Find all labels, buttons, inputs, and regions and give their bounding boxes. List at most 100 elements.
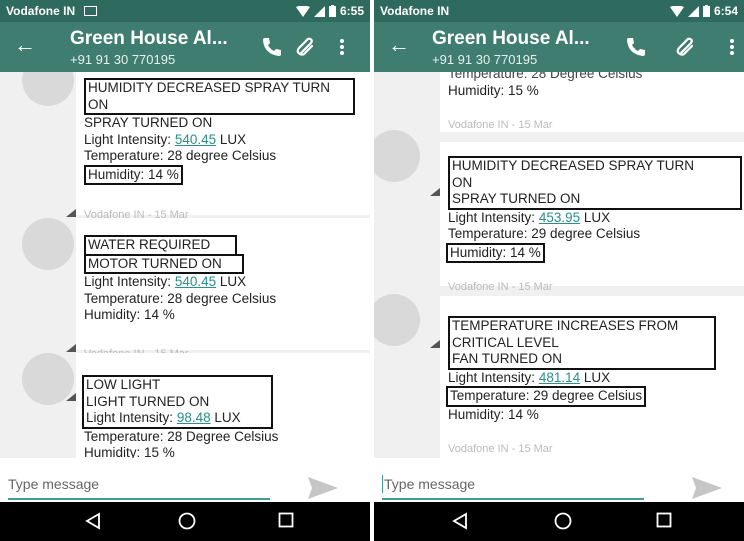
alert-text: LOW LIGHT bbox=[86, 377, 161, 392]
message-list[interactable]: Temperature: 28 Degree Celsius Humidity:… bbox=[374, 72, 744, 458]
temperature-line: Temperature: 28 Degree Celsius bbox=[448, 72, 643, 81]
humidity-line: Humidity: 15 % bbox=[448, 82, 539, 98]
light-value-link[interactable]: 98.48 bbox=[177, 410, 211, 425]
alert-text: TEMPERATURE INCREASES FROM bbox=[452, 318, 679, 333]
light-value-link[interactable]: 481.14 bbox=[539, 370, 580, 385]
wifi-icon bbox=[669, 5, 684, 17]
message-input[interactable]: Type message bbox=[8, 476, 99, 492]
text-cursor bbox=[382, 475, 383, 493]
input-underline bbox=[8, 498, 270, 500]
alert-text: MOTOR TURNED ON bbox=[88, 255, 222, 271]
right-phone-screen: Vodafone IN 6:54 ← Green House Al... +91… bbox=[374, 0, 744, 541]
humidity-line: Humidity: 14 % bbox=[448, 406, 539, 422]
alert-text: ON bbox=[452, 174, 473, 190]
compose-bar: Type message bbox=[374, 458, 744, 502]
message-list[interactable]: HUMIDITY DECREASED SPRAY TURN ON SPRAY T… bbox=[0, 72, 370, 458]
phone-icon[interactable] bbox=[260, 35, 284, 59]
nav-back-icon[interactable] bbox=[85, 512, 101, 530]
compose-bar: Type message bbox=[0, 458, 370, 502]
message-bubble[interactable]: LOW LIGHT LIGHT TURNED ON Light Intensit… bbox=[66, 353, 370, 458]
alert-box: HUMIDITY DECREASED SPRAY TURN ON SPRAY T… bbox=[448, 156, 742, 210]
message-bubble[interactable]: HUMIDITY DECREASED SPRAY TURN ON SPRAY T… bbox=[430, 142, 744, 293]
message-input[interactable]: Type message bbox=[384, 476, 475, 492]
back-arrow-icon[interactable]: ← bbox=[14, 33, 36, 57]
attachment-icon[interactable] bbox=[674, 35, 698, 59]
conversation-title[interactable]: Green House Al... bbox=[432, 28, 590, 50]
conversation-title[interactable]: Green House Al... bbox=[70, 28, 228, 50]
status-time: 6:54 bbox=[713, 4, 738, 18]
alert-box: HUMIDITY DECREASED SPRAY TURN ON bbox=[84, 78, 355, 115]
app-bar: ← Green House Al... +91 91 30 770195 bbox=[0, 22, 370, 72]
alert-box: MOTOR TURNED ON bbox=[84, 253, 244, 274]
back-arrow-icon[interactable]: ← bbox=[388, 33, 410, 57]
humidity-line: Humidity: 14 % bbox=[84, 307, 175, 322]
humidity-line: Humidity: 15 % bbox=[84, 445, 175, 458]
more-vert-icon[interactable] bbox=[728, 35, 736, 59]
message-bubble[interactable]: Temperature: 28 Degree Celsius Humidity:… bbox=[440, 72, 744, 132]
alert-text: HUMIDITY DECREASED SPRAY TURN bbox=[88, 80, 331, 95]
humidity-line: Humidity: 14 % bbox=[84, 164, 183, 185]
message-bubble[interactable]: HUMIDITY DECREASED SPRAY TURN ON SPRAY T… bbox=[66, 72, 370, 221]
alert-box: LOW LIGHT LIGHT TURNED ON Light Intensit… bbox=[82, 375, 273, 429]
sim-icon bbox=[84, 6, 97, 16]
light-value-link[interactable]: 540.45 bbox=[175, 132, 216, 147]
avatar bbox=[374, 130, 420, 182]
temperature-line: Temperature: 28 degree Celsius bbox=[84, 148, 277, 163]
conversation-phone-number: +91 91 30 770195 bbox=[70, 52, 176, 67]
message-bubble[interactable]: TEMPERATURE INCREASES FROM CRITICAL LEVE… bbox=[430, 296, 744, 458]
humidity-line: Humidity: 14 % bbox=[446, 242, 545, 263]
light-value-link[interactable]: 540.45 bbox=[175, 274, 216, 289]
send-icon[interactable] bbox=[308, 477, 338, 499]
temperature-line: Temperature: 28 degree Celsius bbox=[84, 290, 277, 306]
status-bar: Vodafone IN 6:54 bbox=[374, 0, 744, 22]
phone-icon[interactable] bbox=[624, 35, 648, 59]
navigation-bar bbox=[0, 502, 370, 541]
light-intensity-line: Light Intensity: 98.48 LUX bbox=[86, 410, 241, 425]
message-timestamp: Vodafone IN - 15 Mar bbox=[448, 281, 553, 293]
nav-home-icon[interactable] bbox=[554, 512, 572, 530]
light-intensity-line: Light Intensity: 481.14 LUX bbox=[448, 369, 611, 385]
app-bar: ← Green House Al... +91 91 30 770195 bbox=[374, 22, 744, 72]
avatar bbox=[374, 294, 420, 346]
alert-text: HUMIDITY DECREASED SPRAY TURN bbox=[452, 158, 695, 173]
avatar bbox=[22, 218, 74, 270]
temperature-line: Temperature: 29 degree Celsius bbox=[448, 226, 641, 241]
light-intensity-line: Light Intensity: 540.45 LUX bbox=[84, 131, 247, 147]
message-bubble[interactable]: WATER REQUIRED MOTOR TURNED ON Light Int… bbox=[66, 218, 370, 360]
alert-box: WATER REQUIRED bbox=[84, 235, 237, 256]
message-timestamp: Vodafone IN - 15 Mar bbox=[448, 119, 553, 131]
alert-text: LIGHT TURNED ON bbox=[86, 393, 210, 409]
message-timestamp: Vodafone IN - 15 Mar bbox=[448, 443, 553, 455]
alert-box: TEMPERATURE INCREASES FROM CRITICAL LEVE… bbox=[448, 316, 716, 370]
message-line: SPRAY TURNED ON bbox=[84, 115, 213, 130]
light-value-link[interactable]: 453.95 bbox=[539, 210, 580, 225]
battery-icon bbox=[702, 5, 710, 17]
nav-recents-icon[interactable] bbox=[278, 512, 294, 528]
battery-icon bbox=[328, 5, 336, 17]
alert-text: ON bbox=[88, 96, 109, 112]
message-line: SPRAY TURNED ON bbox=[452, 191, 581, 206]
alert-text: FAN TURNED ON bbox=[452, 351, 563, 366]
nav-home-icon[interactable] bbox=[178, 512, 196, 530]
nav-recents-icon[interactable] bbox=[656, 512, 672, 528]
carrier-name: Vodafone IN bbox=[6, 4, 76, 18]
left-phone-screen: Vodafone IN 6:55 ← Green House Al... +91… bbox=[0, 0, 370, 541]
alert-text: CRITICAL LEVEL bbox=[452, 334, 559, 350]
more-vert-icon[interactable] bbox=[338, 35, 346, 59]
status-bar: Vodafone IN 6:55 bbox=[0, 0, 370, 22]
alert-text: WATER REQUIRED bbox=[88, 237, 211, 252]
avatar bbox=[22, 72, 74, 106]
light-intensity-line: Light Intensity: 540.45 LUX bbox=[84, 274, 247, 289]
conversation-phone-number: +91 91 30 770195 bbox=[432, 52, 538, 67]
input-underline bbox=[382, 498, 644, 500]
signal-icon bbox=[687, 5, 699, 17]
light-intensity-line: Light Intensity: 453.95 LUX bbox=[448, 209, 611, 225]
navigation-bar bbox=[374, 502, 744, 541]
carrier-name: Vodafone IN bbox=[380, 4, 450, 18]
nav-back-icon[interactable] bbox=[452, 512, 468, 530]
status-time: 6:55 bbox=[339, 4, 364, 18]
attachment-icon[interactable] bbox=[294, 35, 318, 59]
send-icon[interactable] bbox=[692, 477, 722, 499]
temperature-line: Temperature: 28 Degree Celsius bbox=[84, 428, 279, 444]
signal-icon bbox=[313, 5, 325, 17]
